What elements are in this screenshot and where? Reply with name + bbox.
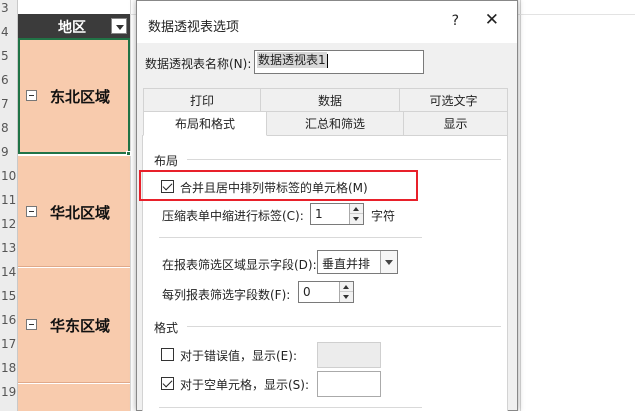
group-divider	[159, 407, 422, 408]
text-caret	[326, 53, 328, 68]
fields-per-column-label: 每列报表筛选字段数(F):	[162, 288, 291, 302]
dialog-title: 数据透视表选项	[148, 20, 240, 35]
highlight-annotation-box	[139, 170, 418, 201]
row-number[interactable]: 14	[0, 261, 18, 283]
tab-layout-format[interactable]: 布局和格式	[143, 111, 267, 136]
fields-per-column-value: 0	[303, 285, 311, 299]
row-number[interactable]: 6	[0, 69, 18, 91]
row-number[interactable]: 19	[0, 381, 18, 403]
indent-label: 压缩表单中缩进行标签(C):	[162, 209, 304, 223]
layout-section-title: 布局	[154, 154, 179, 168]
region-column-header[interactable]: 地区	[18, 14, 130, 38]
pivot-name-input[interactable]: 数据透视表1	[254, 50, 424, 74]
empty-cell-checkbox[interactable]	[161, 377, 174, 390]
close-button[interactable]: ✕	[485, 10, 499, 30]
row-number[interactable]: 15	[0, 285, 18, 307]
empty-cell-label[interactable]: 对于空单元格，显示(S):	[180, 376, 309, 393]
tab-alt-text[interactable]: 可选文字	[399, 88, 508, 113]
collapse-icon[interactable]	[26, 90, 37, 101]
row-number[interactable]: 3	[0, 0, 18, 19]
region-label: 东北区域	[50, 88, 111, 106]
format-section-title: 格式	[154, 321, 179, 335]
pivot-name-label: 数据透视表名称(N):	[145, 57, 252, 71]
region-cell-next[interactable]	[18, 384, 130, 411]
fields-per-column-spinner[interactable]: 0	[298, 281, 354, 303]
row-number[interactable]: 10	[0, 165, 18, 187]
filter-area-select[interactable]: 垂直并排	[317, 250, 398, 274]
spinner-buttons	[349, 204, 363, 224]
pivot-table-options-dialog: 数据透视表选项 ? ✕ 数据透视表名称(N): 数据透视表1 打印 数据 可选文…	[136, 0, 518, 411]
row-number[interactable]: 8	[0, 117, 18, 139]
spin-up-icon[interactable]	[350, 204, 363, 214]
row-number[interactable]: 7	[0, 93, 18, 115]
tab-data[interactable]: 数据	[260, 88, 400, 113]
section-divider	[187, 159, 501, 160]
region-cell-east[interactable]: 华东区域	[18, 268, 130, 383]
section-divider	[187, 326, 501, 327]
group-divider	[159, 237, 422, 238]
tab-totals-filters[interactable]: 汇总和筛选	[266, 111, 404, 136]
row-number[interactable]: 13	[0, 237, 18, 259]
row-number[interactable]: 17	[0, 333, 18, 355]
region-cell-northeast[interactable]: 东北区域	[18, 38, 130, 154]
row-number[interactable]: 9	[0, 141, 18, 163]
chevron-down-icon[interactable]	[380, 251, 397, 273]
help-button[interactable]: ?	[452, 13, 459, 29]
dialog-titlebar: 数据透视表选项 ? ✕	[137, 1, 517, 43]
grid-line	[130, 0, 131, 411]
spin-up-icon[interactable]	[340, 282, 353, 292]
error-value-checkbox[interactable]	[161, 348, 174, 361]
row-number[interactable]: 18	[0, 357, 18, 379]
filter-dropdown-icon[interactable]	[111, 18, 127, 34]
region-label: 华北区域	[50, 204, 111, 222]
empty-cell-input[interactable]	[317, 371, 381, 397]
grid-line	[520, 0, 521, 411]
row-number[interactable]: 12	[0, 213, 18, 235]
filter-area-label: 在报表筛选区域显示字段(D):	[162, 258, 317, 272]
row-number[interactable]: 16	[0, 309, 18, 331]
region-label: 华东区域	[50, 317, 111, 335]
filter-area-value: 垂直并排	[322, 257, 371, 271]
indent-spinner[interactable]: 1	[310, 203, 364, 225]
error-value-label[interactable]: 对于错误值，显示(E):	[180, 347, 297, 364]
collapse-icon[interactable]	[26, 319, 37, 330]
spin-down-icon[interactable]	[350, 214, 363, 224]
row-number[interactable]: 4	[0, 21, 18, 43]
row-number[interactable]: 5	[0, 45, 18, 67]
collapse-icon[interactable]	[26, 206, 37, 217]
region-cell-north[interactable]: 华北区域	[18, 156, 130, 267]
indent-value: 1	[315, 207, 323, 221]
row-number[interactable]: 11	[0, 189, 18, 211]
column-header-label: 地区	[58, 20, 86, 36]
tab-display[interactable]: 显示	[403, 111, 508, 136]
tab-print[interactable]: 打印	[143, 88, 261, 113]
pivot-name-value: 数据透视表1	[257, 52, 327, 68]
spin-down-icon[interactable]	[340, 292, 353, 302]
error-value-input[interactable]	[317, 342, 381, 368]
spinner-buttons	[339, 282, 353, 302]
indent-unit-label: 字符	[371, 209, 396, 223]
